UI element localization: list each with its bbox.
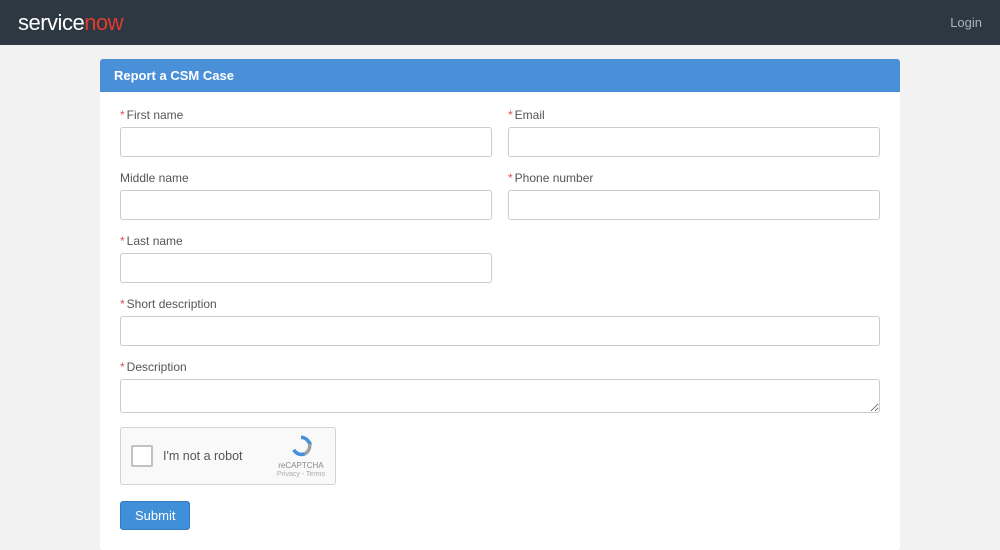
recaptcha-checkbox[interactable] — [131, 445, 153, 467]
first-name-label: *First name — [120, 108, 492, 122]
recaptcha-label: I'm not a robot — [163, 449, 243, 463]
logo-now: now — [84, 10, 123, 36]
description-label: *Description — [120, 360, 880, 374]
panel-body: *First name *Email Middle name *Phone nu… — [100, 92, 900, 550]
required-marker: * — [508, 171, 513, 185]
main-container: Report a CSM Case *First name *Email Mid… — [100, 59, 900, 550]
phone-label: *Phone number — [508, 171, 880, 185]
recaptcha-terms: Privacy - Terms — [277, 471, 325, 479]
last-name-input[interactable] — [120, 253, 492, 283]
recaptcha-widget: I'm not a robot reCAPTCHA Privacy - Term… — [120, 427, 336, 485]
logo[interactable]: servicenow — [18, 10, 123, 36]
description-textarea[interactable] — [120, 379, 880, 413]
short-description-input[interactable] — [120, 316, 880, 346]
phone-input[interactable] — [508, 190, 880, 220]
recaptcha-left: I'm not a robot — [131, 445, 243, 467]
required-marker: * — [120, 360, 125, 374]
required-marker: * — [120, 234, 125, 248]
recaptcha-right: reCAPTCHA Privacy - Terms — [277, 433, 325, 479]
login-link[interactable]: Login — [950, 15, 982, 30]
short-description-label: *Short description — [120, 297, 880, 311]
recaptcha-icon — [288, 433, 314, 459]
navbar: servicenow Login — [0, 0, 1000, 45]
email-input[interactable] — [508, 127, 880, 157]
middle-name-input[interactable] — [120, 190, 492, 220]
required-marker: * — [508, 108, 513, 122]
last-name-label: *Last name — [120, 234, 492, 248]
logo-service: service — [18, 10, 84, 36]
panel-title: Report a CSM Case — [100, 59, 900, 92]
required-marker: * — [120, 297, 125, 311]
recaptcha-brand: reCAPTCHA — [278, 461, 323, 471]
email-label: *Email — [508, 108, 880, 122]
required-marker: * — [120, 108, 125, 122]
middle-name-label: Middle name — [120, 171, 492, 185]
submit-button[interactable]: Submit — [120, 501, 190, 530]
first-name-input[interactable] — [120, 127, 492, 157]
